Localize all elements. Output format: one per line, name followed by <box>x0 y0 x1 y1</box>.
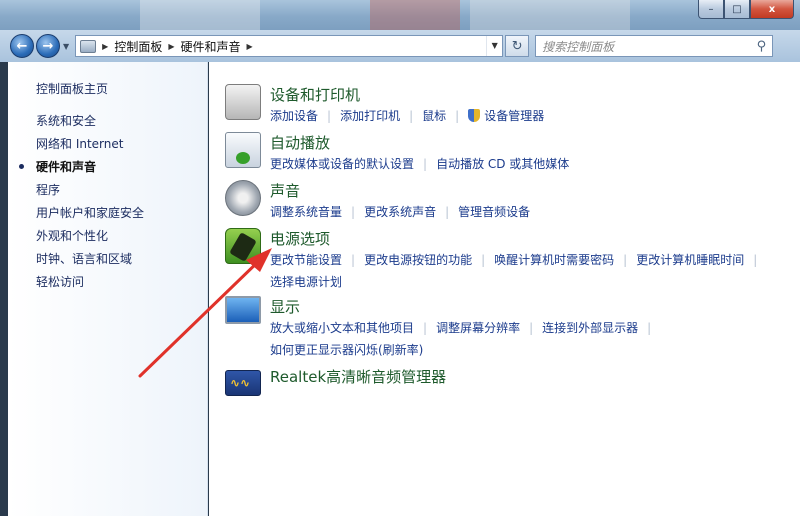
link-change-power-saving[interactable]: 更改节能设置 <box>270 253 342 267</box>
link-autoplay-cd[interactable]: 自动播放 CD 或其他媒体 <box>436 157 569 171</box>
category-title[interactable]: Realtek高清晰音频管理器 <box>270 366 446 387</box>
link-fix-flicker[interactable]: 如何更正显示器闪烁(刷新率) <box>270 343 423 357</box>
navigation-bar: ← → ▼ ▶ 控制面板 ▶ 硬件和声音 ▶ ▼ ↻ 搜索控制面板 ⚲ <box>0 30 800 62</box>
link-change-sleep-time[interactable]: 更改计算机睡眠时间 <box>636 253 744 267</box>
printer-icon[interactable] <box>225 84 261 120</box>
link-zoom-text[interactable]: 放大或缩小文本和其他项目 <box>270 321 414 335</box>
title-bar: – □ x <box>0 0 800 30</box>
sidebar-item-programs[interactable]: 程序 <box>36 181 144 204</box>
link-add-device[interactable]: 添加设备 <box>270 109 318 123</box>
sidebar-item-system-security[interactable]: 系统和安全 <box>36 112 144 135</box>
sidebar-item-network[interactable]: 网络和 Internet <box>36 135 144 158</box>
category-title[interactable]: 设备和打印机 <box>270 84 360 105</box>
main-content: 设备和打印机 添加设备 | 添加打印机 | 鼠标 | 设备管理器 自动播放 更改媒体或设备的… <box>209 62 800 516</box>
monitor-icon[interactable] <box>225 296 261 324</box>
battery-icon[interactable] <box>225 228 261 264</box>
address-bar[interactable]: ▶ 控制面板 ▶ 硬件和声音 ▶ ▼ <box>75 35 504 57</box>
chevron-right-icon[interactable]: ▶ <box>247 42 253 51</box>
sidebar-home-link[interactable]: 控制面板主页 <box>36 80 108 97</box>
link-power-button-function[interactable]: 更改电源按钮的功能 <box>364 253 472 267</box>
sidebar-item-hardware-sound[interactable]: 硬件和声音 <box>18 158 144 181</box>
forward-button[interactable]: → <box>36 34 60 58</box>
link-screen-resolution[interactable]: 调整屏幕分辨率 <box>436 321 520 335</box>
breadcrumb-hardware-sound[interactable]: 硬件和声音 <box>180 38 240 55</box>
maximize-button[interactable]: □ <box>724 0 750 19</box>
category-title[interactable]: 显示 <box>270 296 300 317</box>
speaker-icon[interactable] <box>225 180 261 216</box>
back-button[interactable]: ← <box>10 34 34 58</box>
category-title[interactable]: 声音 <box>270 180 300 201</box>
sidebar: 控制面板主页 系统和安全 网络和 Internet 硬件和声音 程序 用户帐户和… <box>8 62 208 516</box>
control-panel-icon <box>80 39 97 53</box>
category-title[interactable]: 电源选项 <box>270 228 330 249</box>
uac-shield-icon <box>468 109 481 122</box>
link-change-default-media[interactable]: 更改媒体或设备的默认设置 <box>270 157 414 171</box>
chevron-right-icon[interactable]: ▶ <box>168 42 174 51</box>
link-manage-audio-devices[interactable]: 管理音频设备 <box>458 205 530 219</box>
sidebar-item-ease-of-access[interactable]: 轻松访问 <box>36 273 144 296</box>
sidebar-item-user-accounts[interactable]: 用户帐户和家庭安全 <box>36 204 144 227</box>
autoplay-icon[interactable] <box>225 132 261 168</box>
minimize-button[interactable]: – <box>698 0 724 19</box>
link-device-manager[interactable]: 设备管理器 <box>484 109 544 123</box>
chevron-right-icon[interactable]: ▶ <box>102 42 108 51</box>
recent-pages-dropdown-icon[interactable]: ▼ <box>63 42 69 51</box>
refresh-button[interactable]: ↻ <box>505 35 530 57</box>
link-add-printer[interactable]: 添加打印机 <box>340 109 400 123</box>
link-change-system-sounds[interactable]: 更改系统声音 <box>364 205 436 219</box>
link-adjust-volume[interactable]: 调整系统音量 <box>270 205 342 219</box>
sidebar-item-clock-region[interactable]: 时钟、语言和区域 <box>36 250 144 273</box>
search-input[interactable]: 搜索控制面板 ⚲ <box>535 35 774 57</box>
sidebar-item-appearance[interactable]: 外观和个性化 <box>36 227 144 250</box>
breadcrumb-control-panel[interactable]: 控制面板 <box>114 38 162 55</box>
link-mouse[interactable]: 鼠标 <box>422 109 446 123</box>
realtek-icon[interactable]: ∿∿ <box>225 370 261 396</box>
search-icon[interactable]: ⚲ <box>757 39 767 54</box>
category-title[interactable]: 自动播放 <box>270 132 330 153</box>
link-choose-power-plan[interactable]: 选择电源计划 <box>270 275 342 289</box>
link-external-display[interactable]: 连接到外部显示器 <box>542 321 638 335</box>
address-dropdown-icon[interactable]: ▼ <box>486 36 502 56</box>
close-button[interactable]: x <box>750 0 794 19</box>
search-placeholder: 搜索控制面板 <box>542 39 615 54</box>
link-require-password-wake[interactable]: 唤醒计算机时需要密码 <box>494 253 614 267</box>
